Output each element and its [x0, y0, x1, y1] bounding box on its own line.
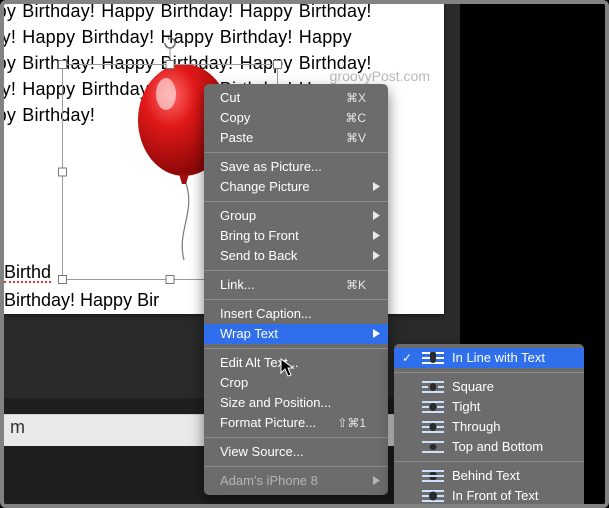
menu-format-picture[interactable]: Format Picture... ⇧⌘1: [204, 413, 388, 433]
resize-handle-n[interactable]: [166, 60, 175, 69]
wrap-item-label: Behind Text: [452, 466, 520, 486]
menu-separator: [204, 437, 388, 438]
chevron-right-icon: [373, 246, 380, 266]
wrap-tight[interactable]: Tight: [394, 397, 584, 417]
menu-crop[interactable]: Crop: [204, 373, 388, 393]
shortcut-label: ⌘K: [346, 275, 366, 295]
wrap-item-label: Tight: [452, 397, 480, 417]
shortcut-label: ⌘V: [346, 128, 366, 148]
resize-handle-s[interactable]: [166, 275, 175, 284]
menu-edit-alt-text[interactable]: Edit Alt Text...: [204, 353, 388, 373]
wrap-square-icon: [422, 381, 444, 393]
checkmark-icon: ✓: [402, 348, 412, 368]
menu-separator: [204, 466, 388, 467]
wrap-top-bottom[interactable]: Top and Bottom: [394, 437, 584, 457]
menu-separator: [394, 372, 584, 373]
wrap-item-label: In Front of Text: [452, 486, 538, 506]
wrap-square[interactable]: Square: [394, 377, 584, 397]
menu-paste[interactable]: Paste ⌘V: [204, 128, 388, 148]
menu-adams-iphone: Adam's iPhone 8: [204, 471, 388, 491]
chevron-right-icon: [373, 324, 380, 344]
ruler-label: m: [10, 417, 25, 438]
wrap-behind-icon: [422, 470, 444, 482]
menu-copy[interactable]: Copy ⌘C: [204, 108, 388, 128]
wrap-in-front-text[interactable]: In Front of Text: [394, 486, 584, 506]
wrap-item-label: Through: [452, 417, 500, 437]
menu-change-picture[interactable]: Change Picture: [204, 177, 388, 197]
menu-size-and-position[interactable]: Size and Position...: [204, 393, 388, 413]
shortcut-label: ⌘X: [346, 88, 366, 108]
wrap-inline-icon: [422, 352, 444, 364]
menu-bring-to-front[interactable]: Bring to Front: [204, 226, 388, 246]
resize-handle-ne[interactable]: [273, 60, 282, 69]
wrap-inline[interactable]: ✓ In Line with Text: [394, 348, 584, 368]
context-menu: Cut ⌘X Copy ⌘C Paste ⌘V Save as Picture.…: [204, 84, 388, 495]
wrap-item-label: In Line with Text: [452, 348, 545, 368]
wrap-item-label: Top and Bottom: [452, 437, 543, 457]
menu-cut[interactable]: Cut ⌘X: [204, 88, 388, 108]
chevron-right-icon: [373, 226, 380, 246]
shortcut-label: ⌘C: [345, 108, 366, 128]
menu-view-source[interactable]: View Source...: [204, 442, 388, 462]
chevron-right-icon: [373, 471, 380, 491]
resize-handle-nw[interactable]: [58, 60, 67, 69]
shortcut-label: ⇧⌘1: [337, 413, 366, 433]
resize-handle-w[interactable]: [58, 168, 67, 177]
watermark-text: groovyPost.com: [330, 68, 430, 84]
menu-save-as-picture[interactable]: Save as Picture...: [204, 157, 388, 177]
wrap-tight-icon: [422, 401, 444, 413]
menu-separator: [204, 299, 388, 300]
wrap-in-front-icon: [422, 490, 444, 502]
wrap-item-label: Square: [452, 377, 494, 397]
menu-separator: [204, 201, 388, 202]
chevron-right-icon: [373, 206, 380, 226]
menu-separator: [204, 270, 388, 271]
wrap-text-submenu: ✓ In Line with Text Square Tight Through: [394, 344, 584, 508]
menu-group[interactable]: Group: [204, 206, 388, 226]
menu-separator: [204, 152, 388, 153]
doc-text-line-below[interactable]: y Birthday! Happy Bir: [4, 290, 159, 311]
wrap-top-bottom-icon: [422, 441, 444, 453]
wrap-through-icon: [422, 421, 444, 433]
doc-text-line-error[interactable]: y Birthd: [4, 262, 51, 283]
resize-handle-sw[interactable]: [58, 275, 67, 284]
menu-separator: [394, 461, 584, 462]
rotate-handle[interactable]: [164, 37, 176, 49]
menu-link[interactable]: Link... ⌘K: [204, 275, 388, 295]
menu-separator: [204, 348, 388, 349]
menu-insert-caption[interactable]: Insert Caption...: [204, 304, 388, 324]
menu-send-to-back[interactable]: Send to Back: [204, 246, 388, 266]
chevron-right-icon: [373, 177, 380, 197]
wrap-through[interactable]: Through: [394, 417, 584, 437]
menu-wrap-text[interactable]: Wrap Text: [204, 324, 388, 344]
wrap-behind-text[interactable]: Behind Text: [394, 466, 584, 486]
